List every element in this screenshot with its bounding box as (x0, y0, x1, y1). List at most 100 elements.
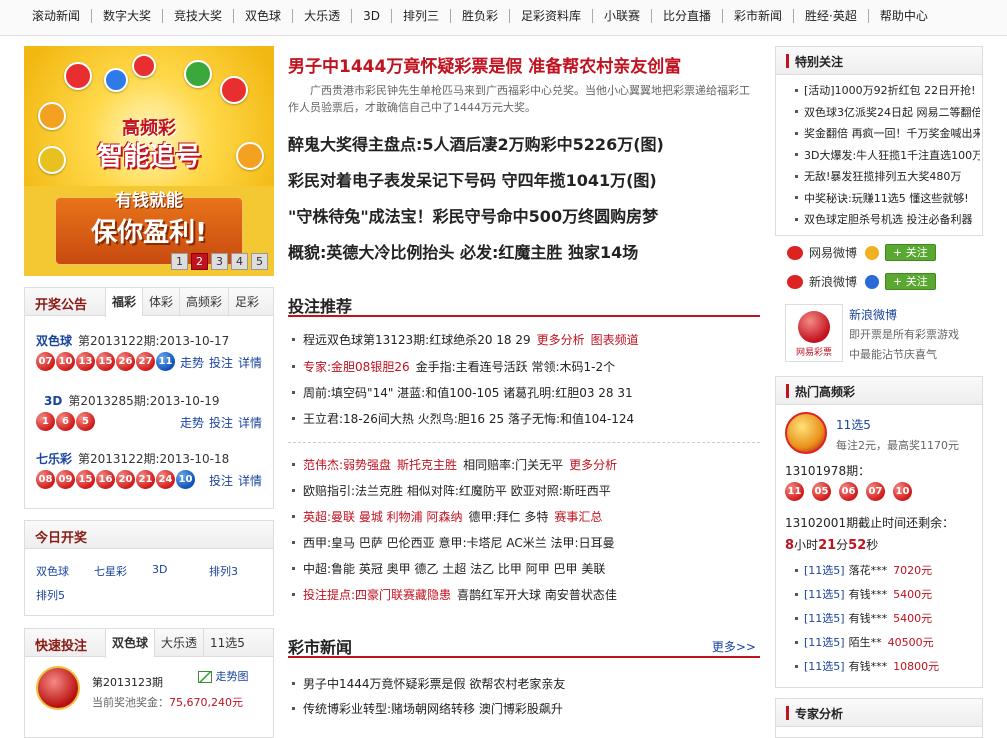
nav-item[interactable]: 竞技大奖 (163, 9, 235, 23)
lottery-action-link[interactable]: 走势 (180, 356, 204, 370)
promo-banner[interactable]: 高频彩 智能追号 有钱就能 保你盈利! 12345 (24, 46, 274, 276)
kaijiang-tab[interactable]: 体彩 (142, 288, 179, 316)
weibo-name[interactable]: 网易微博 (809, 244, 857, 261)
hot-game-link[interactable]: 11选5 (836, 416, 871, 433)
news-more-link[interactable]: 更多>> (712, 638, 756, 655)
headline-link[interactable]: 男子中1444万竟怀疑彩票是假 准备帮农村亲友创富 (288, 52, 681, 77)
today-lottery-link[interactable]: 3D (152, 563, 167, 576)
tuijian-link[interactable]: 更多分析 (569, 458, 617, 472)
tebie-link[interactable]: [活动]1000万92折红包 22日开抢! (804, 84, 975, 97)
winner-game-link[interactable]: [11选5] (804, 564, 845, 577)
today-lottery-link[interactable]: 七星彩 (94, 563, 127, 579)
tuijian-link[interactable]: 王立君:18-26间大热 火烈鸟:胆16 25 落子无悔:和值104-124 (303, 412, 634, 426)
countdown: 8小时21分52秒 (785, 538, 879, 553)
nav-item[interactable]: 数字大奖 (92, 9, 164, 23)
banner-page-button[interactable]: 5 (251, 253, 268, 270)
tuijian-link[interactable]: 欧赔指引:法兰克胜 相似对阵:红魔防平 欧亚对照:斯旺西平 (303, 484, 611, 498)
tuijian-link[interactable]: 相同赔率:门关无平 (463, 458, 563, 472)
tebie-link[interactable]: 奖金翻倍 再疯一回！千万奖金喊出来 (804, 127, 980, 140)
winner-game-link[interactable]: [11选5] (804, 588, 845, 601)
tuijian-link[interactable]: 更多分析 (537, 333, 585, 347)
follow-button[interactable]: + 关注 (885, 244, 936, 261)
trend-chart-link[interactable]: 走势图 (198, 668, 249, 684)
winner-game-link[interactable]: [11选5] (804, 636, 845, 649)
winner-name: 陌生** (848, 636, 882, 649)
tuijian-link[interactable]: 德甲:拜仁 多特 (469, 510, 549, 524)
quick-tab[interactable]: 大乐透 (154, 629, 203, 657)
lottery-name-link[interactable]: 七乐彩 (36, 452, 72, 466)
big-news-link[interactable]: 彩民对着电子表发呆记下号码 守四年揽1041万(图) (288, 167, 657, 191)
tuijian-link[interactable]: 周前:填空码"14" 湛蓝:和值100-105 诸葛孔明:红胆03 28 31 (303, 386, 633, 400)
tuijian-link[interactable]: 程远双色球第13123期:红球绝杀20 18 29 (303, 333, 531, 347)
kaijiang-tab[interactable]: 福彩 (105, 288, 143, 317)
nav-item[interactable]: 比分直播 (652, 9, 724, 23)
lottery-action-link[interactable]: 投注 (209, 356, 233, 370)
tebie-link[interactable]: 中奖秘诀:玩赚11选5 懂这些就够! (804, 192, 969, 205)
lottery-name-link[interactable]: 双色球 (36, 334, 72, 348)
nav-item[interactable]: 滚动新闻 (24, 9, 93, 23)
news-link[interactable]: 传统博彩业转型:赌场朝网络转移 澳门博彩股飙升 (303, 702, 563, 716)
nav-item[interactable]: 胜负彩 (451, 9, 510, 23)
red-ball: 05 (812, 482, 831, 501)
tuijian-link[interactable]: 赛事汇总 (554, 510, 602, 524)
tebie-link[interactable]: 无敌!暴发狂揽排列五大奖480万 (804, 170, 961, 183)
tebie-link[interactable]: 3D大爆发:牛人狂揽1千注直选100万 (804, 149, 980, 162)
lottery-action-link[interactable]: 投注 (209, 474, 233, 488)
tuijian-link[interactable]: 专家:金胆08银胆26 (303, 360, 410, 374)
red-ball: 1 (36, 412, 55, 431)
news-item: 男子中1444万竟怀疑彩票是假 欲帮农村老家亲友 (290, 675, 565, 693)
big-news-link[interactable]: 醉鬼大奖得主盘点:5人酒后凄2万购彩中5226万(图) (288, 131, 664, 155)
lottery-action-link[interactable]: 走势 (180, 416, 204, 430)
kaijiang-tab[interactable]: 高频彩 (179, 288, 228, 316)
big-news-link[interactable]: "守株待兔"成法宝！彩民守号命中500万终圆购房梦 (288, 203, 658, 227)
big-news-link[interactable]: 概貌:英德大冷比例抬头 必发:红魔主胜 独家14场 (288, 239, 638, 263)
lottery-action-link[interactable]: 详情 (238, 474, 262, 488)
tuijian-link[interactable]: 喜鹊红军开大球 南安普状态佳 (457, 588, 617, 602)
banner-page-button[interactable]: 3 (211, 253, 228, 270)
lottery-action-link[interactable]: 详情 (238, 416, 262, 430)
nav-item[interactable]: 彩市新闻 (723, 9, 795, 23)
lottery-action-link[interactable]: 投注 (209, 416, 233, 430)
weibo-name[interactable]: 新浪微博 (809, 273, 857, 290)
tebie-link[interactable]: 双色球3亿派奖24日起 网易二等翻倍 (804, 106, 980, 119)
nav-item[interactable]: 排列三 (392, 9, 451, 23)
zhuanjia-title: 专家分析 (795, 707, 844, 721)
tuijian-link[interactable]: 英超:曼联 曼城 利物浦 阿森纳 (303, 510, 463, 524)
news-link[interactable]: 男子中1444万竟怀疑彩票是假 欲帮农村老家亲友 (303, 677, 565, 691)
quick-tab[interactable]: 双色球 (105, 629, 155, 658)
netease-lottery-logo[interactable]: 网易彩票 (785, 304, 843, 362)
nav-item[interactable]: 双色球 (234, 9, 294, 23)
winner-game-link[interactable]: [11选5] (804, 660, 845, 673)
lottery-period: 第2013122期:2013-10-18 (78, 452, 230, 466)
lottery-action-link[interactable]: 详情 (238, 356, 262, 370)
kaijiang-tab[interactable]: 足彩 (228, 288, 265, 316)
follow-button[interactable]: + 关注 (885, 273, 936, 290)
tuijian-link[interactable]: 中超:鲁能 英冠 奥甲 德乙 土超 法乙 比甲 阿甲 巴甲 美联 (303, 562, 605, 576)
nav-item[interactable]: 小联赛 (593, 9, 653, 23)
today-lottery-link[interactable]: 双色球 (36, 563, 69, 579)
banner-page-button[interactable]: 2 (191, 253, 208, 270)
banner-page-button[interactable]: 4 (231, 253, 248, 270)
nav-item[interactable]: 3D (352, 9, 392, 23)
tuijian-link[interactable]: 斯托克主胜 (397, 458, 457, 472)
lottery-name-link[interactable]: 3D (44, 394, 62, 408)
tebie-link[interactable]: 双色球定胆杀号机选 投注必备利器 (804, 213, 973, 226)
quick-tab[interactable]: 11选5 (203, 629, 251, 657)
winner-game-link[interactable]: [11选5] (804, 612, 845, 625)
tuijian-link[interactable]: 西甲:皇马 巴萨 巴伦西亚 意甲:卡塔尼 AC米兰 法甲:日耳曼 (303, 536, 615, 550)
tuijian-link[interactable]: 金手指:主看连号活跃 常领:木码1-2个 (416, 360, 616, 374)
nav-item[interactable]: 胜经·英超 (794, 9, 869, 23)
tuijian-link[interactable]: 范伟杰:弱势强盘 (303, 458, 391, 472)
red-ball: 08 (36, 470, 55, 489)
tebie-title: 特别关注 (795, 55, 844, 69)
banner-title-4: 保你盈利! (91, 218, 207, 248)
nav-item[interactable]: 足彩资料库 (510, 9, 593, 23)
tuijian-link[interactable]: 投注提点:四豪门联赛藏隐患 (303, 588, 451, 602)
tuijian-link[interactable]: 图表频道 (591, 333, 639, 347)
nav-item[interactable]: 大乐透 (293, 9, 353, 23)
sina-weibo-link[interactable]: 新浪微博 (849, 306, 897, 323)
banner-page-button[interactable]: 1 (171, 253, 188, 270)
nav-item[interactable]: 帮助中心 (869, 9, 939, 23)
today-lottery-link[interactable]: 排列5 (36, 587, 65, 603)
today-lottery-link[interactable]: 排列3 (209, 563, 238, 579)
